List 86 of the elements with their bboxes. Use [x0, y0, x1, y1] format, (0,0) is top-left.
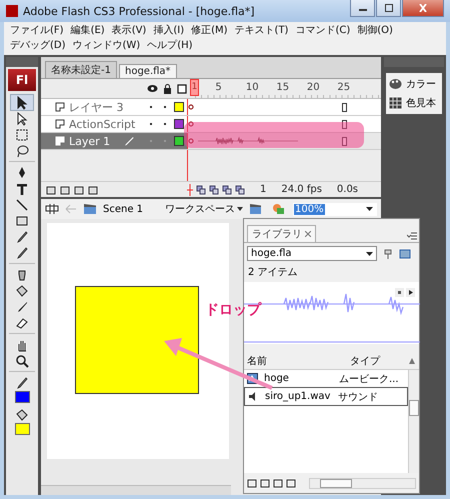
pin-icon[interactable] [382, 248, 394, 260]
document-tab[interactable]: hoge.fla* [118, 64, 177, 78]
clapperboard-icon [83, 203, 97, 215]
menu-item[interactable]: デバッグ(D) [10, 38, 66, 53]
frame-number: 10 [246, 82, 259, 93]
app-logo: Fl [8, 69, 36, 91]
menu-item[interactable]: 表示(V) [112, 23, 146, 38]
panel-grip[interactable] [6, 57, 38, 67]
frame-number: 5 [215, 82, 222, 93]
layer-color-swatch[interactable] [174, 119, 184, 129]
lock-icon[interactable] [163, 84, 172, 94]
frame-number: 20 [306, 82, 320, 93]
eye-icon[interactable] [147, 84, 158, 93]
layer-name: レイヤー 3 [69, 100, 124, 114]
edit-frames-icon[interactable] [222, 184, 232, 194]
menu-item[interactable]: 制御(O) [357, 23, 393, 38]
stop-icon[interactable] [395, 288, 404, 297]
frame-rate: 24.0 fps [281, 184, 322, 195]
menu-item[interactable]: コマンド(C) [295, 23, 350, 38]
onion-skin-icon[interactable] [196, 184, 206, 194]
workspace-menu[interactable]: ワークスペース [165, 202, 244, 216]
close-icon [418, 4, 428, 12]
horizontal-scrollbar[interactable] [41, 485, 231, 495]
keyframe-marker [188, 121, 194, 127]
playhead-marker-icon [187, 184, 193, 196]
sort-arrow-icon[interactable] [408, 357, 416, 365]
horizontal-scrollbar[interactable] [309, 478, 416, 488]
app-logo-icon [6, 5, 18, 17]
panel-menu-icon[interactable] [407, 232, 417, 240]
caret-icon [366, 207, 373, 211]
pencil-icon [124, 136, 134, 146]
menu-item[interactable]: ヘルプ(H) [147, 38, 193, 53]
onion-outline-icon[interactable] [209, 184, 219, 194]
library-tab[interactable]: ライブラリ [247, 225, 316, 242]
scene-name: Scene 1 [103, 204, 144, 214]
vertical-scrollbar[interactable] [408, 370, 419, 473]
library-item[interactable]: hoge ムービーク... [244, 370, 408, 387]
library-dropdown[interactable]: hoge.fla [247, 246, 377, 261]
column-header[interactable]: タイプ [350, 354, 408, 368]
minimize-button[interactable] [350, 0, 375, 17]
caret-icon [237, 207, 244, 211]
color-swatch[interactable] [14, 423, 30, 435]
panel-button[interactable]: 色見本 [388, 95, 440, 111]
close-button[interactable] [402, 0, 444, 17]
elapsed-time: 0.0s [336, 184, 358, 195]
end-frame-marker [342, 120, 347, 128]
palette-icon [389, 78, 402, 90]
library-item[interactable]: siro_up1.wav サウンド [244, 387, 408, 406]
panel-button[interactable]: カラー [388, 76, 440, 92]
menu-item[interactable]: 編集(E) [70, 23, 105, 38]
menu-item[interactable]: 修正(M) [191, 23, 228, 38]
menu-item[interactable]: ファイル(F) [10, 23, 64, 38]
timeline-toggle-icon[interactable] [45, 203, 59, 215]
layer-row[interactable]: ActionScript [41, 116, 187, 132]
layer-row[interactable]: Layer 1 [41, 133, 187, 149]
play-icon[interactable] [406, 288, 415, 297]
document-tab[interactable]: 名称未設定-1 [45, 61, 117, 78]
end-frame-marker [342, 136, 347, 146]
zoom-field[interactable]: 100% [293, 202, 377, 216]
column-header[interactable]: 名前 [247, 354, 350, 368]
drop-annotation: ドロップ [205, 301, 261, 319]
menu-item[interactable]: 挿入(I) [153, 23, 184, 38]
marker-range-icon[interactable] [235, 184, 245, 194]
end-frame-marker [342, 102, 347, 112]
keyframe-marker [188, 104, 194, 110]
close-icon[interactable] [305, 231, 311, 237]
layer-color-swatch[interactable] [174, 102, 184, 112]
maximize-button[interactable] [376, 0, 401, 17]
layer-name: Layer 1 [69, 134, 112, 148]
outline-icon[interactable] [177, 84, 187, 94]
window-title: Adobe Flash CS3 Professional - [hoge.fla*] [23, 4, 256, 18]
layer-color-swatch[interactable] [174, 136, 184, 146]
layer-name: ActionScript [69, 118, 136, 130]
color-swatch[interactable] [14, 391, 30, 403]
frame-number: 25 [337, 82, 350, 93]
frame-number: 15 [276, 82, 290, 93]
current-frame: 1 [260, 184, 266, 195]
menu-item[interactable]: テキスト(T) [234, 23, 288, 38]
swatch-grid-icon [389, 97, 402, 109]
keyframe-marker [188, 138, 194, 144]
layer-row[interactable]: レイヤー 3 [41, 99, 187, 115]
item-count: 2 アイテム [247, 266, 299, 280]
new-library-icon[interactable] [399, 248, 411, 260]
caret-icon [366, 252, 373, 256]
menu-item[interactable]: ウィンドウ(W) [72, 38, 140, 53]
maximize-icon [384, 4, 394, 12]
